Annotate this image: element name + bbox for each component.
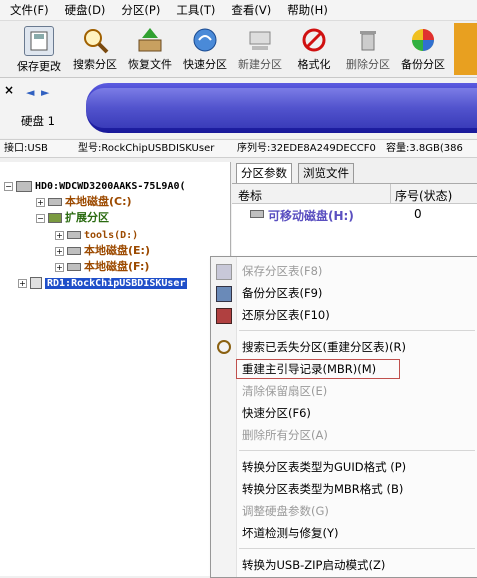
collapse-icon[interactable]: − (36, 213, 45, 223)
expand-icon[interactable]: + (18, 278, 27, 288)
save-changes-button[interactable]: 保存更改 (14, 23, 64, 75)
grid-header: 卷标 序号(状态) (232, 184, 477, 204)
partition-icon (67, 247, 81, 255)
hard-disk-icon (16, 180, 32, 192)
backup-icon (216, 286, 232, 302)
quick-partition-icon (191, 26, 219, 54)
disk-tree-panel: − HD0:WDCWD3200AAKS-75L9A0( + 本地磁盘(C:) − 扩展… (0, 162, 231, 576)
tab-browse-files[interactable]: 浏览文件 (298, 163, 354, 183)
partial-toolbar-icon (454, 23, 477, 75)
menu-separator (239, 450, 475, 451)
tree-item-hd0[interactable]: − HD0:WDCWD3200AAKS-75L9A0( (4, 178, 186, 194)
tree-item-local-c[interactable]: + 本地磁盘(C:) (36, 194, 132, 210)
right-panel-tabs: 分区参数 浏览文件 (232, 163, 477, 183)
row-seq: 0 (414, 207, 422, 221)
menu-backup-partition-table[interactable]: 备份分区表(F9) (211, 284, 477, 302)
delete-partition-button[interactable]: 删除分区 (343, 23, 393, 75)
restore-icon (216, 308, 232, 324)
close-icon[interactable]: × (4, 83, 14, 97)
tree-item-tools-d[interactable]: + tools(D:) (55, 227, 138, 243)
search-partition-button[interactable]: 搜索分区 (70, 23, 120, 75)
column-header-label[interactable]: 卷标 (238, 187, 262, 204)
trash-icon (354, 26, 382, 54)
menu-convert-to-guid[interactable]: 转换分区表类型为GUID格式 (P) (211, 458, 477, 476)
disk-partition-highlight (86, 88, 477, 128)
tree-item-extended[interactable]: − 扩展分区 (36, 210, 109, 226)
tree-item-local-e[interactable]: + 本地磁盘(E:) (55, 243, 150, 259)
menu-restore-partition-table[interactable]: 还原分区表(F10) (211, 306, 477, 324)
partition-icon (48, 198, 62, 206)
magnifier-icon (81, 26, 109, 54)
menu-tools[interactable]: 工具(T) (166, 2, 221, 18)
menu-adjust-disk-params[interactable]: 调整硬盘参数(G) (211, 502, 477, 520)
toolbar: 保存更改 搜索分区 恢复文件 快速分区 新建分区 格式化 删除分区 备份分区 (0, 21, 477, 78)
row-label: 可移动磁盘(H:) (268, 209, 354, 223)
menu-rebuild-mbr[interactable]: 重建主引导记录(MBR)(M) (211, 359, 477, 379)
collapse-icon[interactable]: − (4, 181, 13, 191)
menu-convert-usb-zip[interactable]: 转换为USB-ZIP启动模式(Z) (211, 556, 477, 574)
expand-icon[interactable]: + (55, 262, 64, 272)
recover-file-icon (136, 26, 164, 54)
partition-icon (67, 231, 81, 239)
table-row[interactable]: 可移动磁盘(H:) 0 (232, 206, 477, 224)
menu-partition[interactable]: 分区(P) (111, 2, 166, 18)
expand-icon[interactable]: + (55, 246, 64, 256)
column-header-seq[interactable]: 序号(状态) (395, 187, 452, 204)
partition-icon (67, 263, 81, 271)
magnifier-icon (217, 340, 231, 354)
tab-partition-params[interactable]: 分区参数 (236, 163, 292, 183)
menu-disk[interactable]: 硬盘(D) (55, 2, 112, 18)
menu-help[interactable]: 帮助(H) (277, 2, 334, 18)
next-disk-button[interactable]: ► (41, 86, 49, 99)
menu-file[interactable]: 文件(F) (0, 2, 55, 18)
model-info: 型号:RockChipUSBDISKUser (78, 143, 215, 154)
save-icon (216, 264, 232, 280)
serial-info: 序列号:32EDE8A249DECCF0 (237, 143, 376, 154)
save-icon (24, 26, 54, 56)
expand-icon[interactable]: + (55, 230, 64, 240)
menu-separator (239, 548, 475, 549)
recover-files-button[interactable]: 恢复文件 (125, 23, 175, 75)
menu-bar: 文件(F) 硬盘(D) 分区(P) 工具(T) 查看(V) 帮助(H) (0, 0, 477, 21)
quick-partition-button[interactable]: 快速分区 (180, 23, 230, 75)
disk-info-line: 接口:USB 型号:RockChipUSBDISKUser 序列号:32EDE8… (0, 139, 477, 158)
new-partition-icon (246, 26, 274, 54)
interface-info: 接口:USB (4, 143, 48, 154)
prev-disk-button[interactable]: ◄ (26, 86, 34, 99)
expand-icon[interactable]: + (36, 197, 45, 207)
backup-partition-button[interactable]: 备份分区 (398, 23, 448, 75)
format-button[interactable]: 格式化 (291, 23, 337, 75)
menu-clear-reserved-sectors[interactable]: 清除保留扇区(E) (211, 382, 477, 400)
context-menu: 保存分区表(F8) 备份分区表(F9) 还原分区表(F10) 搜索已丢失分区(重… (210, 256, 477, 578)
new-partition-button[interactable]: 新建分区 (235, 23, 285, 75)
tree-item-rd1[interactable]: + RD1:RockChipUSBDISKUser (18, 275, 188, 291)
menu-save-partition-table[interactable]: 保存分区表(F8) (211, 262, 477, 280)
backup-icon (409, 26, 437, 54)
menu-quick-partition[interactable]: 快速分区(F6) (211, 404, 477, 422)
menu-separator (239, 330, 475, 331)
tree-item-local-f[interactable]: + 本地磁盘(F:) (55, 259, 149, 275)
format-icon (300, 26, 328, 54)
usb-disk-icon (30, 277, 42, 289)
menu-view[interactable]: 查看(V) (221, 2, 277, 18)
menu-convert-to-mbr[interactable]: 转换分区表类型为MBR格式 (B) (211, 480, 477, 498)
menu-bad-sector-check[interactable]: 坏道检测与修复(Y) (211, 524, 477, 542)
disk-label: 硬盘 1 (21, 114, 55, 128)
removable-disk-icon (250, 210, 264, 218)
menu-search-lost-partitions[interactable]: 搜索已丢失分区(重建分区表)(R) (211, 338, 477, 356)
extended-partition-icon (48, 213, 62, 223)
capacity-info: 容量:3.8GB(386 (386, 143, 463, 154)
menu-delete-all-partitions[interactable]: 删除所有分区(A) (211, 426, 477, 444)
